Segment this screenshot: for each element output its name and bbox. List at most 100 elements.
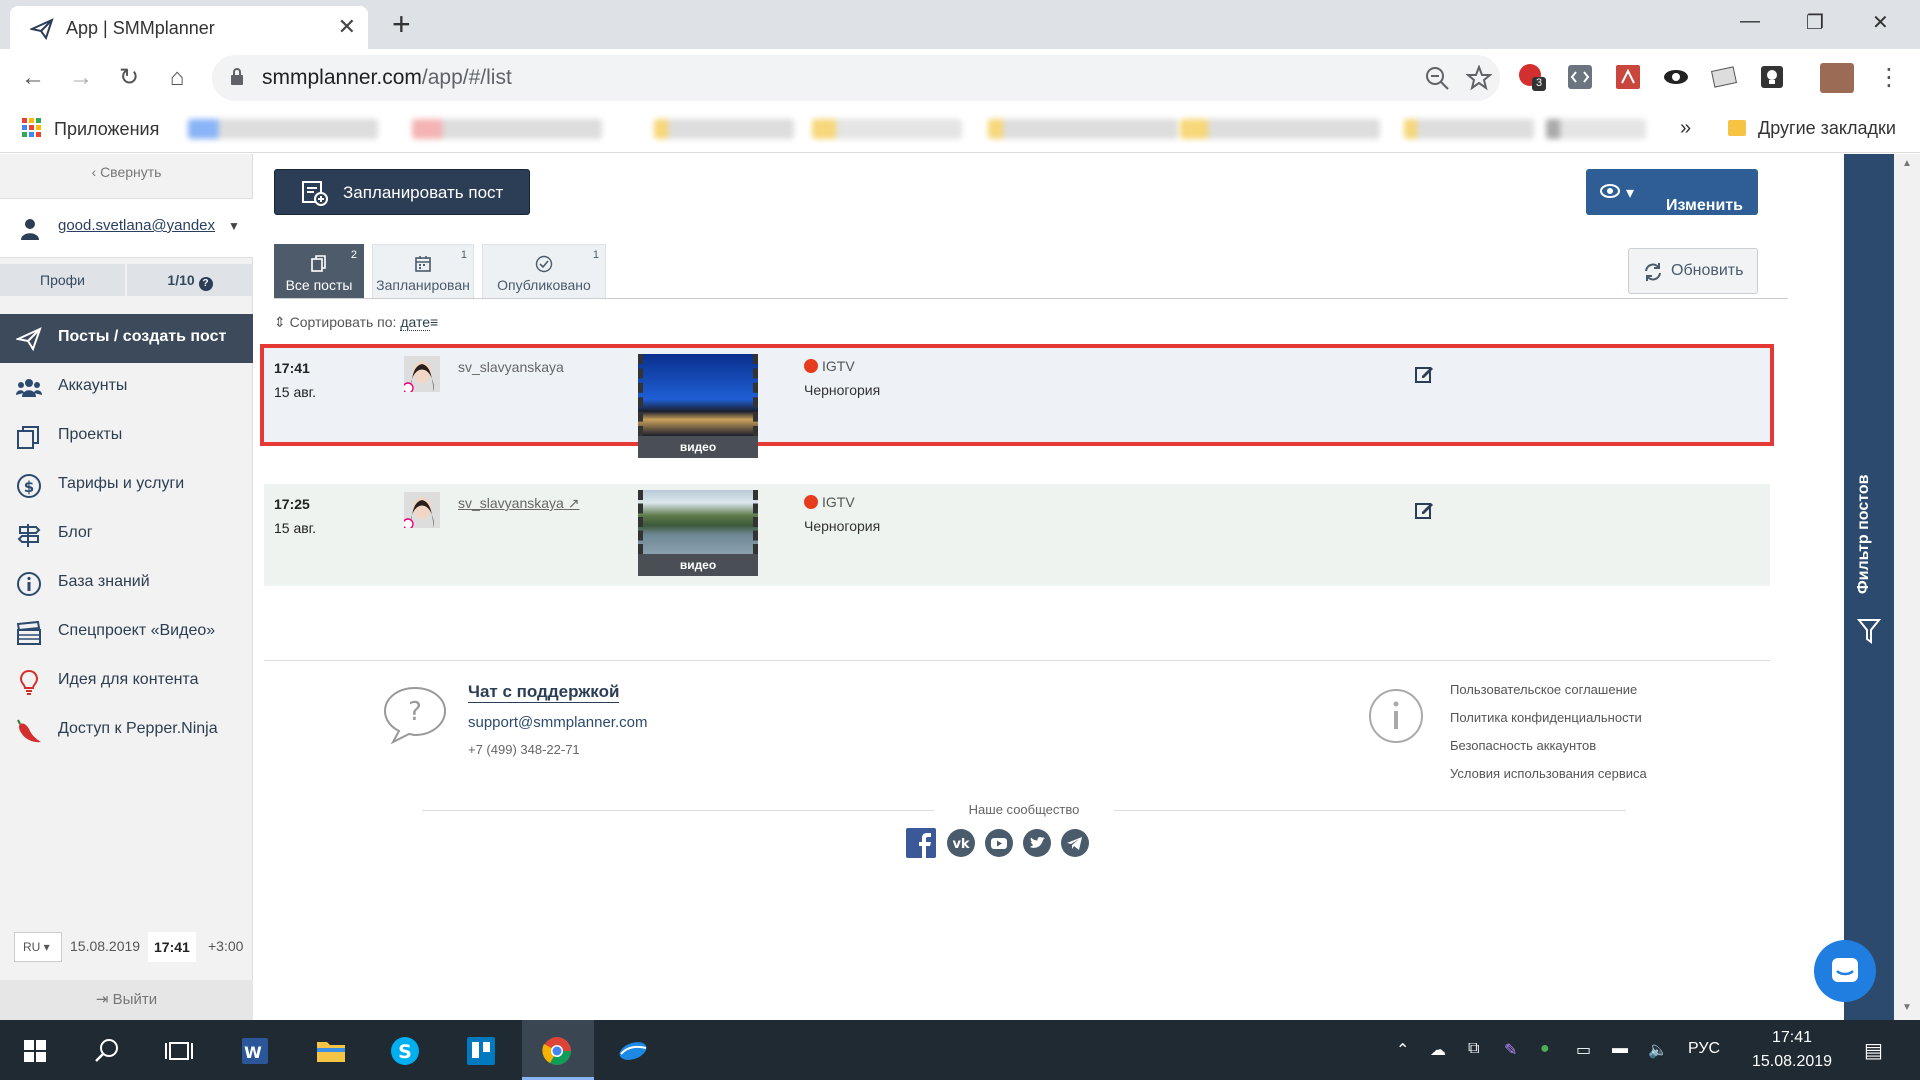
- input-language[interactable]: РУС: [1688, 1040, 1720, 1058]
- tab-scheduled[interactable]: 1 Запланирован: [372, 244, 474, 298]
- blurred-bookmark[interactable]: [1546, 119, 1646, 139]
- restore-icon[interactable]: ❐: [1806, 10, 1824, 35]
- onedrive-icon[interactable]: ☁: [1430, 1040, 1446, 1060]
- bookmark-other[interactable]: Другие закладки: [1728, 118, 1896, 139]
- task-view-button[interactable]: [144, 1020, 216, 1080]
- blurred-bookmark[interactable]: [1404, 119, 1534, 139]
- scroll-up-icon[interactable]: ▲: [1902, 158, 1912, 169]
- post-video-thumbnail[interactable]: видео: [638, 354, 758, 458]
- scroll-down-icon[interactable]: ▼: [1902, 1002, 1912, 1013]
- code-icon[interactable]: [1566, 63, 1594, 91]
- collapse-sidebar[interactable]: ‹ Свернуть: [0, 164, 253, 180]
- sidebar-item-idea[interactable]: Идея для контента: [0, 657, 253, 706]
- bookmarks-more[interactable]: »: [1680, 117, 1691, 140]
- telegram-icon[interactable]: [1060, 828, 1090, 858]
- change-view-button[interactable]: Изменить вид ▾: [1586, 169, 1758, 232]
- post-username[interactable]: sv_slavyanskaya: [458, 359, 564, 375]
- youtube-icon[interactable]: [984, 828, 1014, 858]
- volume-icon[interactable]: 🔈: [1648, 1040, 1668, 1060]
- link-terms-of-service[interactable]: Условия использования сервиса: [1450, 766, 1647, 794]
- sidebar-item-posts[interactable]: Посты / создать пост: [0, 314, 253, 363]
- tray-feather-icon[interactable]: ✎: [1504, 1040, 1517, 1060]
- menu-dots-icon[interactable]: ⋮: [1874, 63, 1904, 93]
- edit-icon[interactable]: [1414, 364, 1434, 384]
- link-user-agreement[interactable]: Пользовательское соглашение: [1450, 682, 1647, 710]
- blurred-bookmark[interactable]: [188, 119, 378, 139]
- tab-title: App | SMMplanner: [66, 18, 215, 38]
- notifications-icon[interactable]: ▤: [1864, 1038, 1883, 1063]
- post-username[interactable]: sv_slavyanskaya ↗: [458, 495, 579, 512]
- tab-published[interactable]: 1 Опубликовано: [482, 244, 606, 298]
- plan-post-button[interactable]: Запланировать пост: [274, 169, 530, 215]
- sidebar-item-blog[interactable]: Блог: [0, 510, 253, 559]
- page-scrollbar[interactable]: ▲ ▼: [1894, 154, 1920, 1020]
- plan-name[interactable]: Профи: [0, 264, 125, 296]
- tray-app-icon[interactable]: ⧉: [1468, 1040, 1479, 1058]
- tab-all-posts[interactable]: 2 Все посты: [274, 244, 364, 298]
- link-account-security[interactable]: Безопасность аккаунтов: [1450, 738, 1647, 766]
- back-icon[interactable]: ←: [18, 63, 48, 93]
- reload-icon[interactable]: ↻: [114, 63, 144, 93]
- browser-tab[interactable]: App | SMMplanner ✕: [10, 6, 368, 49]
- sidebar-item-pepper[interactable]: Доступ к Pepper.Ninja: [0, 706, 253, 755]
- blurred-bookmark[interactable]: [1180, 119, 1380, 139]
- pdf-icon[interactable]: [1614, 63, 1642, 91]
- support-email-link[interactable]: support@smmplanner.com: [468, 714, 647, 731]
- account-selector[interactable]: good.svetlana@yandex ▼: [0, 198, 253, 258]
- battery-icon[interactable]: ▬: [1612, 1040, 1628, 1058]
- address-bar[interactable]: smmplanner.com/app/#/list: [212, 55, 1500, 101]
- adblock-icon[interactable]: 3: [1518, 63, 1546, 91]
- tray-shield-icon[interactable]: ●: [1540, 1040, 1550, 1058]
- bookmark-apps[interactable]: Приложения: [22, 118, 159, 140]
- sidebar-item-accounts[interactable]: Аккаунты: [0, 363, 253, 412]
- taskbar-trello[interactable]: [446, 1020, 518, 1080]
- post-filter-panel[interactable]: Фильтр постов: [1844, 154, 1894, 1020]
- taskbar-chrome[interactable]: [522, 1020, 594, 1080]
- network-icon[interactable]: ▭: [1576, 1040, 1591, 1060]
- logout-button[interactable]: ⇥ Выйти: [0, 980, 253, 1020]
- new-tab-icon[interactable]: +: [392, 8, 411, 40]
- eye-icon[interactable]: [1662, 63, 1690, 91]
- trello-icon: [467, 1037, 495, 1065]
- sidebar-item-tariffs[interactable]: $ Тарифы и услуги: [0, 461, 253, 510]
- refresh-button[interactable]: Обновить: [1628, 248, 1758, 294]
- taskbar-word[interactable]: W: [220, 1020, 292, 1080]
- note-icon[interactable]: [1710, 63, 1738, 91]
- sidebar-item-video[interactable]: Спецпроект «Видео»: [0, 608, 253, 657]
- star-icon[interactable]: [1466, 65, 1492, 91]
- bulb-icon[interactable]: [1758, 63, 1786, 91]
- blurred-bookmark[interactable]: [412, 119, 602, 139]
- tab-close-icon[interactable]: ✕: [338, 16, 356, 38]
- minimize-icon[interactable]: —: [1740, 10, 1760, 33]
- window-close-icon[interactable]: ✕: [1872, 10, 1889, 35]
- vk-icon[interactable]: vk: [946, 828, 976, 858]
- home-icon[interactable]: ⌂: [162, 63, 192, 93]
- zoom-out-icon[interactable]: [1424, 65, 1450, 91]
- support-chat-button[interactable]: [1814, 940, 1876, 1002]
- system-clock[interactable]: 17:41 15.08.2019: [1744, 1026, 1840, 1074]
- taskbar-app[interactable]: [598, 1020, 670, 1080]
- support-chat-link[interactable]: Чат с поддержкой: [468, 682, 620, 703]
- start-button[interactable]: [0, 1020, 72, 1080]
- sidebar-item-knowledge[interactable]: База знаний: [0, 559, 253, 608]
- twitter-icon[interactable]: [1022, 828, 1052, 858]
- blurred-bookmark[interactable]: [812, 119, 962, 139]
- post-video-thumbnail[interactable]: видео: [638, 490, 758, 576]
- plan-usage[interactable]: 1/10 ?: [127, 264, 253, 296]
- tray-chevron-icon[interactable]: ⌃: [1396, 1040, 1409, 1060]
- post-row[interactable]: 17:25 15 авг. sv_slavyanskaya ↗ видео IG…: [264, 484, 1770, 586]
- taskbar-skype[interactable]: S: [370, 1020, 442, 1080]
- search-button[interactable]: [72, 1020, 144, 1080]
- blurred-bookmark[interactable]: [988, 119, 1178, 139]
- post-row[interactable]: 17:41 15 авг. sv_slavyanskaya видео IGTV…: [260, 344, 1774, 458]
- forward-icon[interactable]: →: [66, 63, 96, 93]
- link-privacy-policy[interactable]: Политика конфиденциальности: [1450, 710, 1647, 738]
- blurred-bookmark[interactable]: [654, 119, 794, 139]
- sort-value[interactable]: дате: [400, 314, 431, 331]
- taskbar-explorer[interactable]: [296, 1020, 368, 1080]
- language-select[interactable]: RU ▾: [14, 932, 62, 962]
- sidebar-item-projects[interactable]: Проекты: [0, 412, 253, 461]
- facebook-icon[interactable]: [906, 828, 936, 858]
- profile-avatar[interactable]: [1820, 63, 1854, 93]
- edit-icon[interactable]: [1414, 500, 1434, 520]
